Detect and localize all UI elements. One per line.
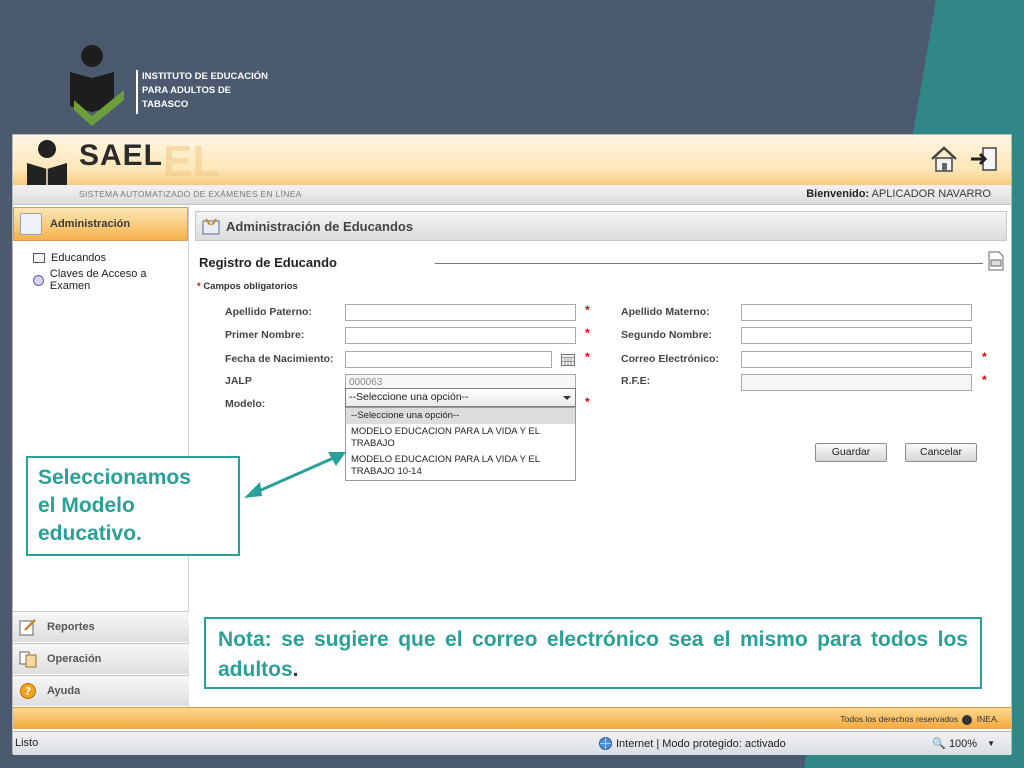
institute-name: INSTITUTO DE EDUCACIÓN PARA ADULTOS DE T… <box>142 71 268 110</box>
double-arrow-icon <box>244 452 346 498</box>
brand-text: INEA. <box>976 714 999 724</box>
rfe-label: R.F.E: <box>621 375 651 387</box>
admin-tools-icon <box>202 218 220 235</box>
chevron-down-icon: ▼ <box>987 739 995 748</box>
svg-text:?: ? <box>25 685 31 698</box>
section-title: Registro de Educando <box>199 255 337 270</box>
modelo-select[interactable]: --Seleccione una opción-- <box>345 388 576 407</box>
sidebar-item-reportes[interactable]: Reportes <box>13 611 189 642</box>
institute-logo: INSTITUTO DE EDUCACIÓN PARA ADULTOS DE T… <box>66 44 286 126</box>
app-subtitle: SISTEMA AUTOMATIZADO DE EXÁMENES EN LÍNE… <box>79 189 302 199</box>
zoom-control[interactable]: 🔍 100% ▼ <box>932 737 995 751</box>
calendar-icon[interactable] <box>561 354 575 366</box>
correo-input[interactable] <box>741 351 972 368</box>
key-icon <box>33 274 44 286</box>
status-text: Listo <box>15 737 39 749</box>
save-button[interactable]: Guardar <box>815 443 887 462</box>
dropdown-option[interactable]: MODELO EDUCACION PARA LA VIDA Y EL TRABA… <box>346 452 575 480</box>
modelo-dropdown: --Seleccione una opción-- MODELO EDUCACI… <box>345 407 576 481</box>
browser-statusbar: Listo Internet | Modo protegido: activad… <box>13 731 1011 755</box>
reader-icon <box>70 45 124 126</box>
primer-nombre-label: Primer Nombre: <box>225 329 305 341</box>
panel-header: Administración de Educandos <box>195 211 1007 241</box>
apellido-materno-label: Apellido Materno: <box>621 306 710 318</box>
logo-divider <box>136 70 138 114</box>
required-star: * <box>585 395 590 409</box>
magnifier-icon: 🔍 <box>932 738 946 750</box>
sidebar-item-claves[interactable]: Claves de Acceso a Examen <box>13 268 188 292</box>
section-divider <box>435 263 983 264</box>
segundo-nombre-label: Segundo Nombre: <box>621 329 712 341</box>
globe-icon <box>599 737 612 750</box>
correo-label: Correo Electrónico: <box>621 353 720 365</box>
fecha-nacimiento-input[interactable] <box>345 351 552 368</box>
apellido-paterno-label: Apellido Paterno: <box>225 306 312 318</box>
print-icon[interactable] <box>987 251 1005 271</box>
home-icon[interactable] <box>929 145 959 173</box>
report-icon <box>19 619 36 636</box>
callout-model: Seleccionamos el Modelo educativo. <box>26 456 240 556</box>
security-zone[interactable]: Internet | Modo protegido: activado <box>599 737 786 750</box>
sidebar-item-ayuda[interactable]: ? Ayuda <box>13 675 189 706</box>
sidebar-section-admin[interactable]: Administración <box>13 207 188 241</box>
operation-icon <box>19 651 37 668</box>
required-star: * <box>585 303 590 317</box>
apellido-paterno-input[interactable] <box>345 304 576 321</box>
chevron-down-icon <box>563 396 571 400</box>
required-star: * <box>585 326 590 340</box>
required-star: * <box>982 350 987 364</box>
app-title-watermark: EL <box>163 137 220 186</box>
required-note: * Campos obligatorios <box>197 281 298 292</box>
dropdown-option[interactable]: --Seleccione una opción-- <box>346 408 575 424</box>
primer-nombre-input[interactable] <box>345 327 576 344</box>
callout-note: Nota: se sugiere que el correo electróni… <box>204 617 982 689</box>
tools-icon <box>20 213 42 235</box>
logout-icon[interactable] <box>969 145 999 173</box>
welcome-text: Bienvenido: APLICADOR NAVARRO <box>806 188 991 200</box>
jalp-label: JALP <box>225 375 252 387</box>
fecha-nacimiento-label: Fecha de Nacimiento: <box>225 353 334 365</box>
inea-logo-icon <box>962 714 973 725</box>
app-header: EL SAEL <box>13 135 1011 197</box>
required-star: * <box>585 350 590 364</box>
id-card-icon <box>33 253 45 263</box>
sidebar-item-operacion[interactable]: Operación <box>13 643 189 674</box>
user-name: APLICADOR NAVARRO <box>871 188 991 200</box>
segundo-nombre-input[interactable] <box>741 327 972 344</box>
required-star: * <box>982 373 987 387</box>
dropdown-option[interactable]: MODELO EDUCACION PARA LA VIDA Y EL TRABA… <box>346 424 575 452</box>
app-subheader: SISTEMA AUTOMATIZADO DE EXÁMENES EN LÍNE… <box>13 185 1011 205</box>
rights-text: Todos los derechos reservados <box>840 714 959 724</box>
app-title: SAEL <box>79 139 164 172</box>
app-footer: Todos los derechos reservados INEA. <box>13 707 1011 729</box>
apellido-materno-input[interactable] <box>741 304 972 321</box>
cancel-button[interactable]: Cancelar <box>905 443 977 462</box>
modelo-label: Modelo: <box>225 398 266 410</box>
sidebar-item-educandos[interactable]: Educandos <box>13 247 188 269</box>
help-icon: ? <box>20 683 36 699</box>
rfe-input[interactable] <box>741 374 972 391</box>
